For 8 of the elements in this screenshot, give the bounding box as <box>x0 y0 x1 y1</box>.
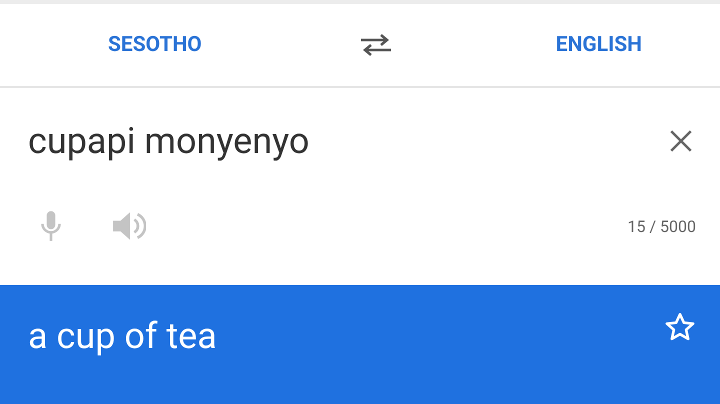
star-icon[interactable] <box>664 311 696 343</box>
translation-text: a cup of tea <box>28 315 217 357</box>
swap-icon[interactable] <box>358 33 393 57</box>
input-field[interactable]: cupapi monyenyo <box>28 120 310 162</box>
close-icon[interactable] <box>668 128 694 154</box>
source-language-button[interactable]: SESOTHO <box>100 29 210 61</box>
target-language-button[interactable]: ENGLISH <box>548 29 650 61</box>
character-counter: 15 / 5000 <box>628 216 696 236</box>
